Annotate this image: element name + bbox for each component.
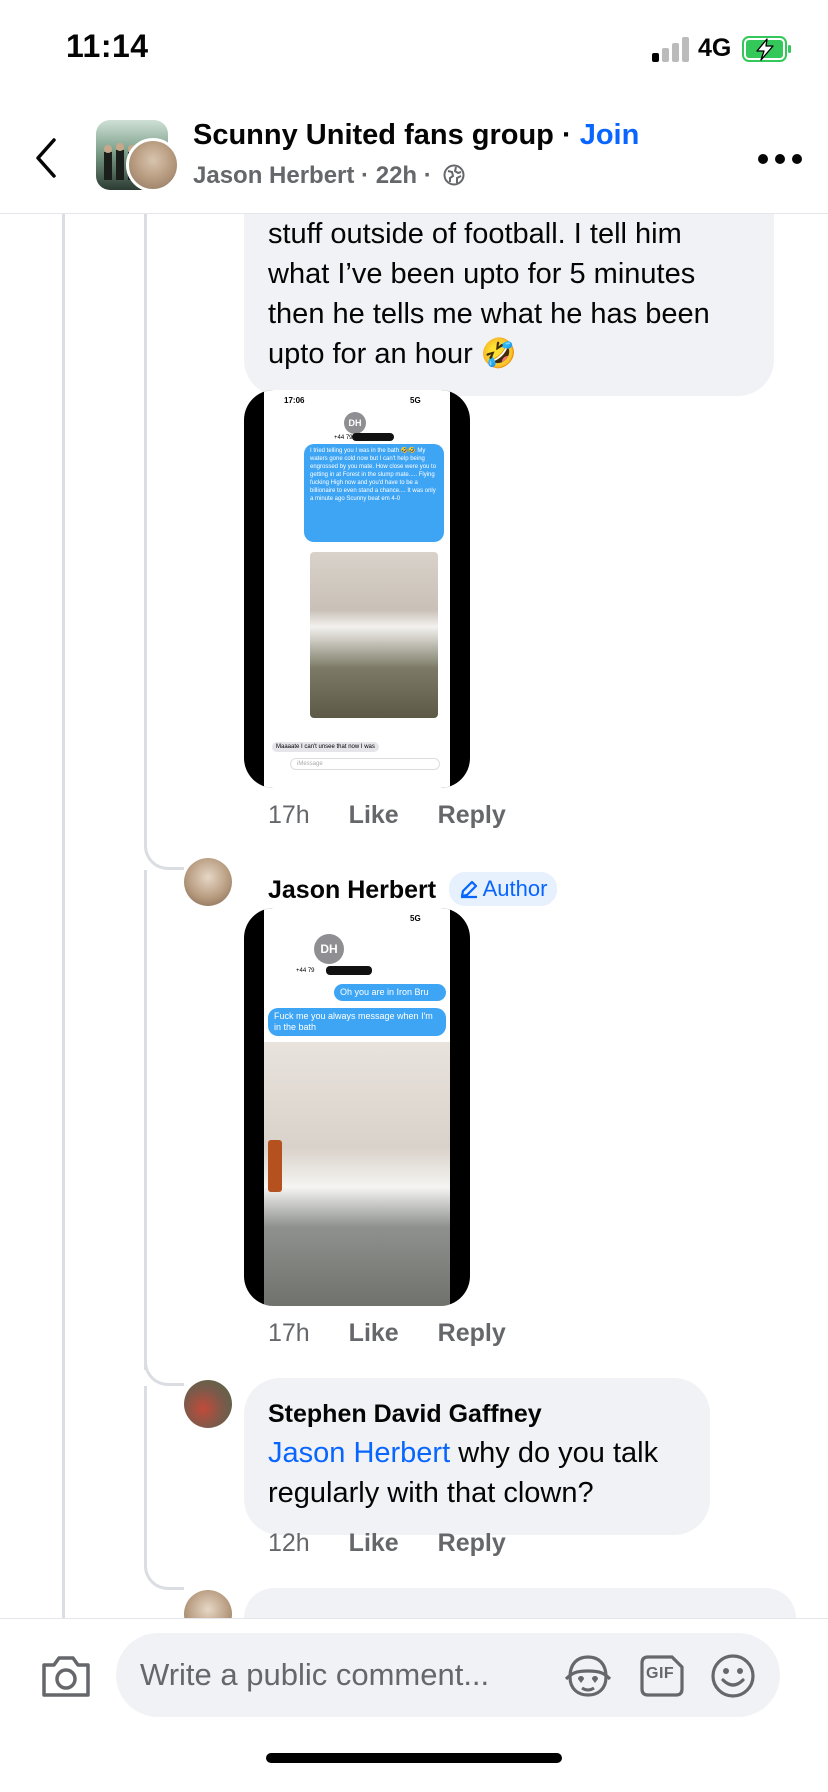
commenter-avatar[interactable]	[184, 1380, 232, 1428]
globe-icon	[443, 164, 465, 186]
comment-text: stuff outside of football. I tell him wh…	[268, 218, 710, 370]
thread-line-inner-2	[144, 870, 147, 1370]
bath-bottle	[268, 1140, 282, 1192]
bath-photo	[310, 552, 438, 718]
thread-line-outer	[62, 214, 65, 1618]
commenter-name[interactable]: Stephen David Gaffney	[268, 1400, 686, 1429]
reply-button[interactable]: Reply	[438, 801, 506, 829]
comment-2-header: Jason Herbert Author	[268, 872, 558, 906]
comment-time[interactable]: 17h	[268, 801, 310, 829]
status-time: 11:14	[66, 28, 149, 64]
status-bar: 11:14 4G	[0, 0, 828, 100]
message-bubble: Oh you are in Iron Bru	[334, 984, 446, 1001]
post-age[interactable]: 22h	[376, 162, 417, 189]
commenter-avatar[interactable]	[184, 858, 232, 906]
screenshot-status-time: 17:06	[284, 396, 305, 405]
contact-avatar: DH	[344, 412, 366, 434]
message-bubble: Fuck me you always message when I'm in t…	[268, 1008, 446, 1036]
back-arrow-icon[interactable]	[30, 136, 64, 180]
comment-time[interactable]: 17h	[268, 1319, 310, 1347]
group-title: Scunny United fans group · Join	[193, 119, 639, 152]
contact-avatar: DH	[314, 934, 344, 964]
pencil-icon	[460, 880, 477, 899]
like-button[interactable]: Like	[349, 1319, 399, 1347]
contact-number: +44 79	[296, 968, 315, 974]
author-badge: Author	[448, 872, 558, 906]
reply-text: Maaaate I can't unsee that now I was	[272, 742, 379, 752]
network-type: 4G	[698, 34, 732, 62]
comment-composer: Write a public comment... GIF	[0, 1618, 828, 1792]
author-badge-label: Author	[482, 876, 548, 901]
comment-text: Jason Herbert why do you talk regularly …	[268, 1433, 686, 1513]
thread-line-inner-3	[144, 1386, 147, 1566]
screenshot-screen: 5G DH +44 79 Oh you are in Iron Bru Fuck…	[264, 908, 450, 1306]
subtitle-separator: ·	[354, 162, 376, 189]
message-bubble: I tried telling you I was in the bath 🤣🤣…	[304, 444, 444, 542]
like-button[interactable]: Like	[349, 801, 399, 829]
camera-icon[interactable]	[40, 1651, 92, 1701]
contact-number: +44 79	[334, 435, 353, 441]
redaction-mark	[326, 966, 372, 975]
comment-actions-1: 17h Like Reply	[268, 801, 538, 830]
reply-button[interactable]: Reply	[438, 1529, 506, 1557]
comment-image-1[interactable]: 17:06 5G DH +44 79 I tried telling you I…	[244, 390, 470, 788]
screenshot-network: 5G	[410, 914, 421, 923]
commenter-name[interactable]: Jason Herbert	[268, 876, 436, 904]
comment-image-2[interactable]: 5G DH +44 79 Oh you are in Iron Bru Fuck…	[244, 908, 470, 1306]
title-separator: ·	[553, 119, 580, 151]
like-button[interactable]: Like	[349, 1529, 399, 1557]
emoji-icon[interactable]	[710, 1653, 756, 1699]
comment-input-placeholder: Write a public comment...	[140, 1657, 490, 1692]
imessage-field: iMessage	[290, 758, 440, 770]
home-indicator	[266, 1753, 562, 1763]
thread-connector-3	[144, 1560, 184, 1590]
reply-button[interactable]: Reply	[438, 1319, 506, 1347]
avatar-sticker-icon[interactable]	[564, 1653, 612, 1699]
comment-input[interactable]: Write a public comment... GIF	[116, 1633, 780, 1717]
cellular-signal-icon	[652, 36, 690, 62]
post-subtitle: Jason Herbert · 22h ·	[193, 162, 466, 190]
gif-icon[interactable]: GIF	[640, 1655, 684, 1697]
thread-line-inner	[144, 214, 147, 840]
comment-actions-2: 17h Like Reply	[268, 1319, 538, 1348]
thread-connector	[144, 840, 184, 870]
screenshot-network: 5G	[410, 396, 421, 405]
mention-link[interactable]: Jason Herbert	[268, 1437, 450, 1469]
group-name-link[interactable]: Scunny United fans group	[193, 119, 554, 151]
join-button[interactable]: Join	[580, 119, 640, 151]
post-header: Scunny United fans group · Join Jason He…	[0, 100, 828, 214]
thread-connector-2	[144, 1356, 184, 1386]
comment-time[interactable]: 12h	[268, 1529, 310, 1557]
subtitle-separator-2: ·	[417, 162, 432, 189]
gif-label: GIF	[646, 1665, 675, 1682]
comment-actions-3: 12h Like Reply	[268, 1529, 538, 1558]
post-author-link[interactable]: Jason Herbert	[193, 162, 354, 189]
comment-bubble-1[interactable]: stuff outside of football. I tell him wh…	[244, 184, 774, 396]
screenshot-screen: 17:06 5G DH +44 79 I tried telling you I…	[264, 390, 450, 788]
bath-photo	[264, 1042, 450, 1306]
author-avatar[interactable]	[126, 138, 180, 192]
redaction-mark	[352, 433, 394, 441]
more-options-icon[interactable]	[756, 152, 804, 166]
battery-charging-icon	[742, 36, 791, 62]
comment-bubble-3[interactable]: Stephen David Gaffney Jason Herbert why …	[244, 1378, 710, 1535]
